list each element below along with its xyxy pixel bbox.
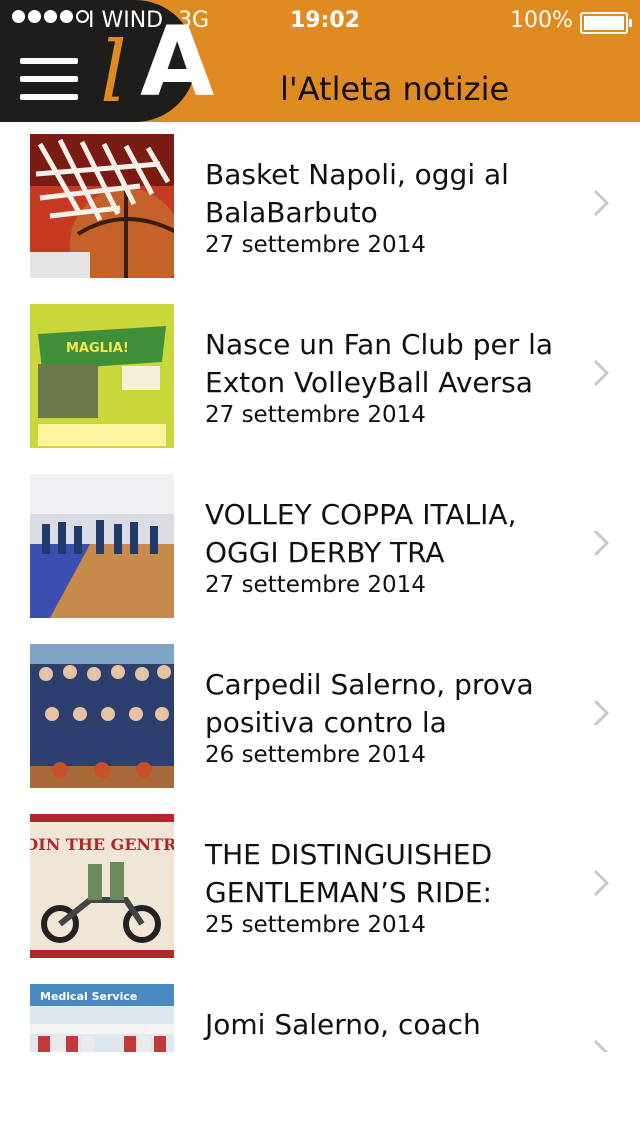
- thumb-text: Medical Service: [40, 990, 137, 1003]
- logo-letter-l: l: [100, 23, 127, 121]
- article-title: Nasce un Fan Club per la Exton VolleyBal…: [205, 328, 554, 399]
- page-title: l'Atleta notizie: [280, 70, 510, 108]
- hamburger-icon-bar: [20, 94, 78, 100]
- signal-strength-icon: [12, 10, 89, 23]
- article-date: 27 settembre 2014: [205, 572, 426, 598]
- hamburger-icon: [20, 58, 78, 64]
- article-thumbnail: [30, 134, 174, 278]
- status-bar: I WIND 3G 19:02 100%: [0, 0, 640, 40]
- battery-icon: [580, 12, 632, 34]
- article-title: Basket Napoli, oggi al BalaBarbuto: [205, 158, 509, 229]
- chevron-right-icon: [593, 359, 610, 387]
- thumb-text: MAGLIA!: [66, 341, 129, 356]
- article-date: 26 settembre 2014: [205, 742, 426, 768]
- top-bar: I WIND 3G 19:02 100% l A l'Atleta notizi…: [0, 0, 640, 122]
- article-item[interactable]: JOIN THE GENTRY THE DISTINGUISHED GENTLE…: [0, 802, 640, 972]
- article-item[interactable]: MAGLIA! Nasce un Fan Club per la Exton V…: [0, 292, 640, 462]
- article-thumbnail: Medical Service: [30, 984, 174, 1052]
- thumb-text: JOIN THE GENTRY: [30, 835, 174, 854]
- article-title: Carpedil Salerno, prova positiva contro …: [205, 668, 534, 739]
- article-thumbnail: [30, 474, 174, 618]
- article-item[interactable]: VOLLEY COPPA ITALIA, OGGI DERBY TRA 27 s…: [0, 462, 640, 632]
- menu-button[interactable]: [20, 58, 78, 100]
- article-item[interactable]: Basket Napoli, oggi al BalaBarbuto 27 se…: [0, 122, 640, 292]
- chevron-right-icon: [593, 529, 610, 557]
- article-thumbnail: MAGLIA!: [30, 304, 174, 448]
- article-item[interactable]: Medical Service Jomi Salerno, coach: [0, 972, 640, 1052]
- article-date: 27 settembre 2014: [205, 232, 426, 258]
- chevron-right-icon: [593, 1039, 609, 1052]
- hamburger-icon-bar: [20, 76, 78, 82]
- battery-percent: 100%: [510, 8, 573, 33]
- chevron-right-icon: [593, 699, 610, 727]
- article-title: THE DISTINGUISHED GENTLEMAN’S RIDE:: [205, 838, 493, 909]
- article-title: Jomi Salerno, coach: [205, 1008, 481, 1041]
- article-thumbnail: [30, 644, 174, 788]
- article-list: Basket Napoli, oggi al BalaBarbuto 27 se…: [0, 122, 640, 1052]
- logo-letter-a: A: [140, 6, 215, 118]
- article-title: VOLLEY COPPA ITALIA, OGGI DERBY TRA: [205, 498, 517, 569]
- clock: 19:02: [290, 8, 361, 33]
- article-date: 27 settembre 2014: [205, 402, 426, 428]
- chevron-right-icon: [593, 869, 610, 897]
- article-thumbnail: JOIN THE GENTRY: [30, 814, 174, 958]
- article-date: 25 settembre 2014: [205, 912, 426, 938]
- chevron-right-icon: [593, 189, 610, 217]
- article-item[interactable]: Carpedil Salerno, prova positiva contro …: [0, 632, 640, 802]
